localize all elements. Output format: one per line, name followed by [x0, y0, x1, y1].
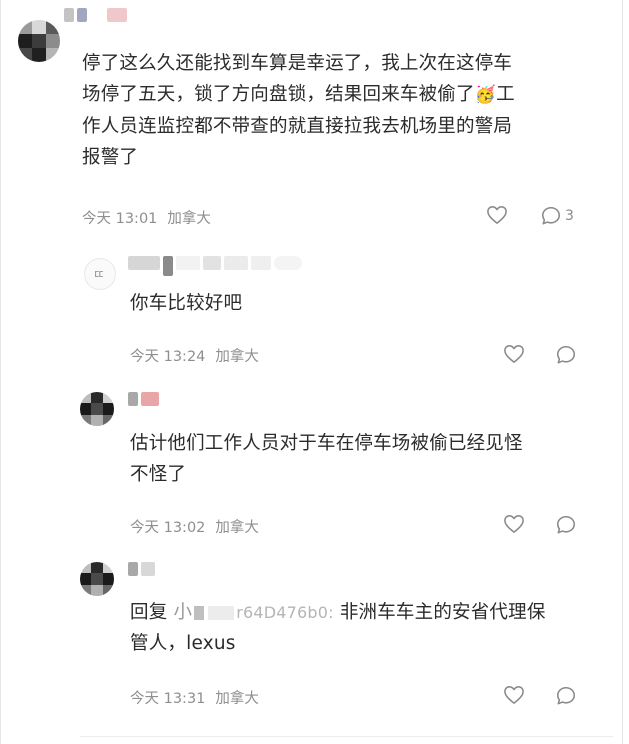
comment-button[interactable] [555, 685, 577, 707]
avatar[interactable] [18, 20, 60, 62]
frame-border-left [0, 0, 1, 744]
emoji-icon: 🥳 [474, 85, 497, 105]
comment-line: 报警了 [82, 147, 139, 168]
heart-icon [504, 345, 524, 363]
username-blurred[interactable] [128, 392, 159, 410]
mention-link[interactable]: 小 r64D476b0: [174, 602, 340, 623]
reply-line: 不怪了 [130, 464, 187, 485]
reply-text: 你车比较好吧 [130, 293, 243, 314]
avatar-glyph-icon: ㄸ [93, 268, 105, 283]
timestamp: 今天 13:02 [130, 520, 206, 536]
location: 加拿大 [215, 691, 259, 707]
avatar[interactable] [80, 562, 114, 596]
location: 加拿大 [215, 520, 259, 536]
divider [80, 736, 613, 737]
like-button[interactable] [503, 344, 525, 364]
comment-line: 作人员连监控都不带查的就直接拉我去机场里的警局 [82, 116, 513, 137]
reply-meta: 今天 13:02 加拿大 [130, 516, 259, 537]
reply-prefix: 回复 [130, 602, 168, 623]
comment-bubble-icon [556, 686, 576, 705]
timestamp: 今天 13:01 [82, 211, 158, 227]
comment-button[interactable] [555, 514, 577, 536]
location: 加拿大 [167, 211, 211, 227]
reply-line: 管人，lexus [130, 633, 236, 654]
comment-line: 场停了五天，锁了方向盘锁，结果回来车被偷了🥳工 [82, 84, 515, 105]
avatar[interactable] [80, 392, 114, 426]
username-blurred[interactable] [64, 8, 127, 26]
username-blurred[interactable] [128, 562, 155, 580]
comment-text: 停了这么久还能找到车算是幸运了，我上次在这停车 场停了五天，锁了方向盘锁，结果回… [82, 48, 602, 173]
like-button[interactable] [503, 514, 525, 534]
reply-meta: 今天 13:24 加拿大 [130, 345, 259, 366]
reply-meta: 今天 13:31 加拿大 [130, 687, 259, 708]
heart-icon [504, 686, 524, 704]
heart-icon [487, 206, 507, 224]
reply-text: 回复 小 r64D476b0: 非洲车车主的安省代理保 管人，lexus [130, 597, 610, 659]
like-button[interactable] [503, 685, 525, 705]
comment-meta: 今天 13:01 加拿大 [82, 207, 211, 228]
location: 加拿大 [215, 349, 259, 365]
reply-line: 回复 小 r64D476b0: 非洲车车主的安省代理保 [130, 602, 546, 623]
reply-text: 估计他们工作人员对于车在停车场被偷已经见怪 不怪了 [130, 428, 600, 490]
comment-line: 停了这么久还能找到车算是幸运了，我上次在这停车 [82, 53, 513, 74]
frame-border-right [622, 0, 623, 744]
reply-line: 估计他们工作人员对于车在停车场被偷已经见怪 [130, 433, 523, 454]
timestamp: 今天 13:31 [130, 691, 206, 707]
avatar[interactable]: ㄸ [84, 258, 116, 290]
heart-icon [504, 515, 524, 533]
comment-button[interactable] [555, 344, 577, 366]
comment-bubble-icon [556, 515, 576, 534]
comment-button[interactable]: 3 [540, 205, 574, 227]
username-blurred[interactable] [128, 256, 302, 276]
like-button[interactable] [486, 205, 508, 225]
timestamp: 今天 13:24 [130, 349, 206, 365]
comment-bubble-icon [541, 206, 561, 225]
comment-count: 3 [565, 208, 574, 224]
comment-bubble-icon [556, 345, 576, 364]
